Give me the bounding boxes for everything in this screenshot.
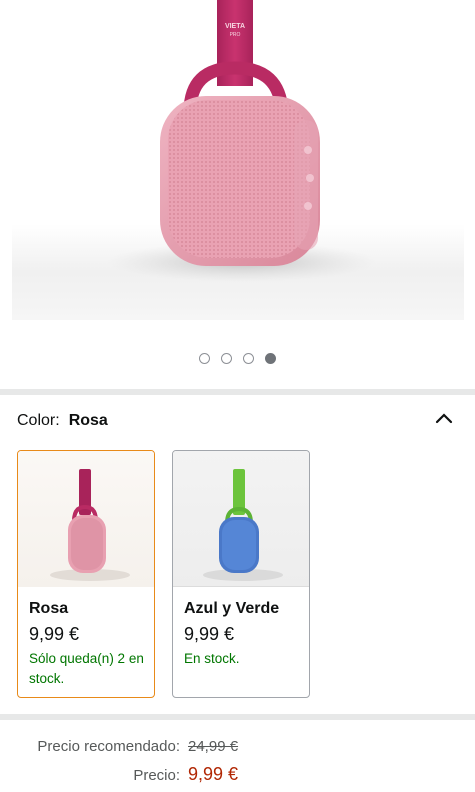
image-pagination[interactable] [0, 353, 475, 365]
section-divider [0, 389, 475, 395]
variant-price: 9,99 € [184, 624, 235, 644]
brand-logo: VIETA [225, 23, 245, 30]
color-selector-header[interactable]: Color: Rosa [17, 408, 457, 434]
price-value: 9,99 € [188, 764, 239, 784]
variant-stock-status: Sólo queda(n) 2 en stock. [29, 651, 144, 686]
variant-name: Rosa [29, 600, 69, 617]
current-price-row: Precio: 9,99 € [0, 764, 248, 785]
variant-thumbnail-rosa [18, 451, 154, 587]
recommended-price-row: Precio recomendado: 24,99 € [0, 738, 248, 755]
pagination-dot[interactable] [199, 353, 210, 364]
pagination-dot[interactable] [221, 353, 232, 364]
recommended-price-label: Precio recomendado: [37, 738, 180, 755]
variant-stock-status: En stock. [184, 651, 240, 666]
selected-color-value: Rosa [68, 412, 108, 429]
pagination-dot-active[interactable] [265, 353, 276, 364]
recommended-price-value: 24,99 € [188, 738, 239, 755]
variant-price: 9,99 € [29, 624, 80, 644]
chevron-up-icon[interactable] [434, 410, 454, 426]
color-label: Color: [17, 412, 60, 429]
variant-name: Azul y Verde [184, 600, 280, 617]
product-image: VIETA PRO [107, 0, 377, 282]
section-divider [0, 714, 475, 720]
price-label: Precio: [133, 767, 180, 784]
variant-card-rosa[interactable]: Rosa 9,99 € Sólo queda(n) 2 en stock. [17, 450, 155, 698]
variant-card-azul-y-verde[interactable]: Azul y Verde 9,99 € En stock. [172, 450, 310, 698]
pagination-dot[interactable] [243, 353, 254, 364]
product-image-gallery[interactable]: VIETA PRO [0, 0, 475, 390]
variant-thumbnail-azul-y-verde [173, 451, 309, 587]
svg-text:PRO: PRO [230, 32, 241, 38]
